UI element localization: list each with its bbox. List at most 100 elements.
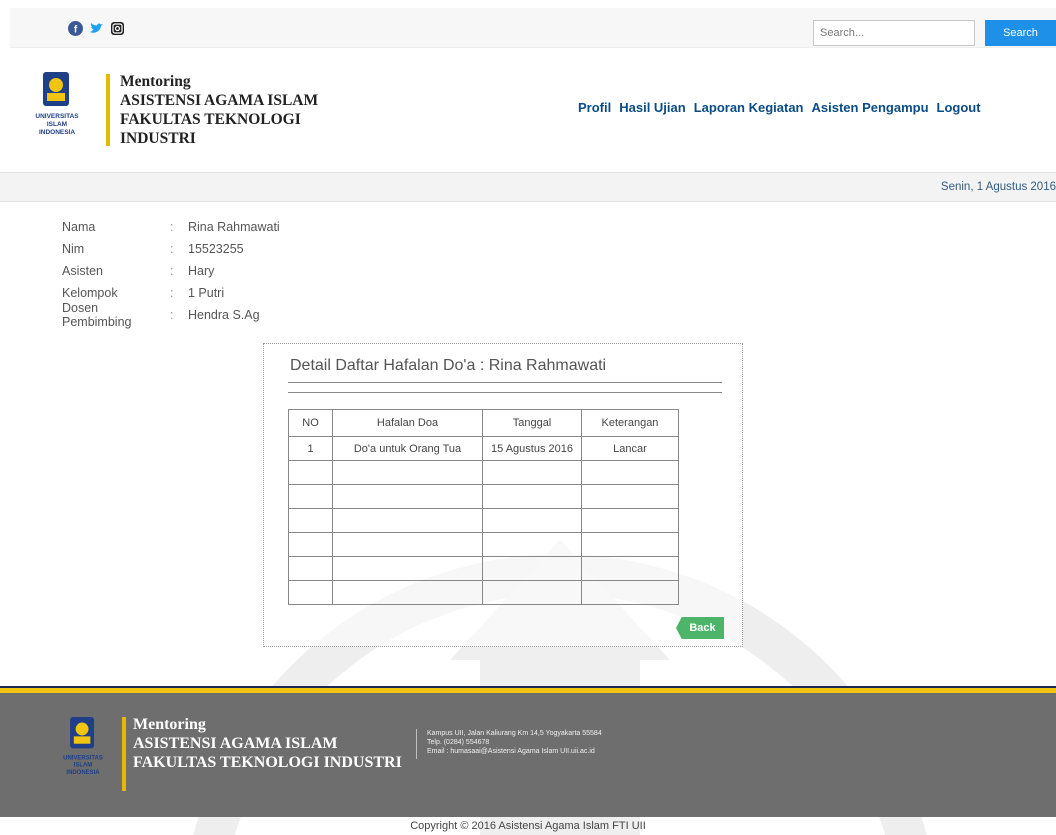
footer-stripe <box>0 686 1056 693</box>
site-title-line3: FAKULTAS TEKNOLOGI <box>120 111 301 128</box>
cell-hafalan-doa <box>332 484 483 509</box>
nav-logout[interactable]: Logout <box>937 100 981 115</box>
cell-tanggal <box>482 508 582 533</box>
cell-tanggal <box>482 580 582 605</box>
site-title-line1: Mentoring <box>120 73 191 90</box>
nav-asisten-pengampu[interactable]: Asisten Pengampu <box>812 100 929 115</box>
date-bar: Senin, 1 Agustus 2016 <box>0 172 1056 202</box>
info-label: Nama <box>62 220 96 234</box>
footer-address: Kampus UII, Jalan Kaliurang Km 14,5 Yogy… <box>427 730 602 737</box>
cell-no <box>288 508 333 533</box>
col-header-keterangan: Keterangan <box>581 409 679 437</box>
info-separator: : <box>170 264 174 278</box>
info-separator: : <box>170 286 174 300</box>
copyright: Copyright © 2016 Asistensi Agama Islam F… <box>410 820 646 832</box>
footer-title: Mentoring ASISTENSI AGAMA ISLAM FAKULTAS… <box>133 715 402 772</box>
table-row <box>288 484 679 509</box>
divider <box>288 382 722 383</box>
cell-keterangan: Lancar <box>581 436 679 461</box>
cell-keterangan <box>581 508 679 533</box>
cell-tanggal: 15 Agustus 2016 <box>482 436 582 461</box>
footer-logo-text-line1: UNIVERSITAS <box>63 755 103 761</box>
info-row-nim: Nim : 15523255 <box>62 238 280 260</box>
footer-contact: Kampus UII, Jalan Kaliurang Km 14,5 Yogy… <box>427 729 602 756</box>
info-row-asisten: Asisten : Hary <box>62 260 280 282</box>
hafalan-detail-panel: Detail Daftar Hafalan Do'a : Rina Rahmaw… <box>263 343 743 647</box>
cell-hafalan-doa <box>332 460 483 485</box>
site-header: UNIVERSITAS ISLAM INDONESIA Mentoring AS… <box>10 48 1056 172</box>
back-button[interactable]: Back <box>676 617 724 639</box>
cell-tanggal <box>482 484 582 509</box>
nav-profil[interactable]: Profil <box>578 100 611 115</box>
search-button[interactable]: Search <box>985 20 1056 46</box>
logo-text-line3: INDONESIA <box>39 129 75 136</box>
table-row <box>288 580 679 605</box>
table-row: 1 Do'a untuk Orang Tua 15 Agustus 2016 L… <box>288 436 679 461</box>
logo-text-line1: UNIVERSITAS <box>35 113 79 120</box>
footer-logo: UNIVERSITAS ISLAM INDONESIA <box>60 713 106 791</box>
twitter-icon[interactable] <box>89 21 104 36</box>
university-logo: UNIVERSITAS ISLAM INDONESIA <box>32 70 82 150</box>
col-header-no: NO <box>288 409 333 437</box>
col-header-hafalan-doa: Hafalan Doa <box>332 409 483 437</box>
table-row <box>288 532 679 557</box>
site-footer: UNIVERSITAS ISLAM INDONESIA Mentoring AS… <box>0 693 1056 817</box>
footer-logo-text-line2: ISLAM <box>74 763 93 769</box>
info-label: Nim <box>62 242 85 256</box>
info-value-nim: 15523255 <box>188 242 244 256</box>
info-label: Asisten <box>62 264 103 278</box>
cell-no <box>288 460 333 485</box>
cell-no <box>288 484 333 509</box>
nav-laporan-kegiatan[interactable]: Laporan Kegiatan <box>694 100 804 115</box>
footer-title-line2: ASISTENSI AGAMA ISLAM <box>133 735 338 752</box>
logo-divider <box>106 74 110 146</box>
info-row-nama: Nama : Rina Rahmawati <box>62 216 280 238</box>
info-separator: : <box>170 220 174 234</box>
student-info: Nama : Rina Rahmawati Nim : 15523255 Asi… <box>62 216 280 329</box>
info-value-nama: Rina Rahmawati <box>188 220 280 234</box>
info-label: Kelompok <box>62 286 118 300</box>
info-separator: : <box>170 242 174 256</box>
info-value-kelompok: 1 Putri <box>188 286 225 300</box>
info-value-asisten: Hary <box>188 264 215 278</box>
info-row-dosen: Dosen Pembimbing : Hendra S.Ag <box>62 301 280 329</box>
info-value-dosen: Hendra S.Ag <box>188 308 260 322</box>
logo-text-line2: ISLAM <box>47 121 67 128</box>
info-separator: : <box>170 308 174 322</box>
footer-logo-text-line3: INDONESIA <box>66 770 100 776</box>
nav-hasil-ujian[interactable]: Hasil Ujian <box>619 100 685 115</box>
instagram-icon[interactable] <box>110 21 125 36</box>
footer-phone: Telp. (0284) 554678 <box>427 739 490 746</box>
table-row <box>288 508 679 533</box>
cell-hafalan-doa <box>332 532 483 557</box>
cell-hafalan-doa <box>332 556 483 581</box>
cell-no <box>288 580 333 605</box>
divider <box>288 392 722 393</box>
hafalan-table: NO Hafalan Doa Tanggal Keterangan 1 Do'a… <box>288 409 679 605</box>
table-row <box>288 556 679 581</box>
col-header-tanggal: Tanggal <box>482 409 582 437</box>
cell-keterangan <box>581 460 679 485</box>
cell-hafalan-doa <box>332 580 483 605</box>
cell-no <box>288 532 333 557</box>
current-date: Senin, 1 Agustus 2016 <box>940 181 1056 193</box>
facebook-icon[interactable]: f <box>68 21 83 36</box>
cell-keterangan <box>581 556 679 581</box>
cell-no: 1 <box>288 436 333 461</box>
info-label: Dosen Pembimbing <box>62 301 132 329</box>
footer-email: Email : humasaai@Asistensi Agama Islam U… <box>427 748 595 755</box>
site-title-line2: ASISTENSI AGAMA ISLAM <box>120 92 319 109</box>
cell-tanggal <box>482 460 582 485</box>
search-input[interactable] <box>813 20 975 46</box>
cell-no <box>288 556 333 581</box>
cell-keterangan <box>581 484 679 509</box>
cell-hafalan-doa: Do'a untuk Orang Tua <box>332 436 483 461</box>
social-links: f <box>68 21 125 36</box>
site-title: Mentoring ASISTENSI AGAMA ISLAM FAKULTAS… <box>120 72 318 148</box>
cell-keterangan <box>581 580 679 605</box>
main-nav: Profil Hasil Ujian Laporan Kegiatan Asis… <box>578 100 981 115</box>
site-title-line4: INDUSTRI <box>120 130 196 147</box>
footer-title-line1: Mentoring <box>133 716 206 733</box>
footer-divider <box>416 729 417 759</box>
footer-logo-divider <box>122 717 126 791</box>
